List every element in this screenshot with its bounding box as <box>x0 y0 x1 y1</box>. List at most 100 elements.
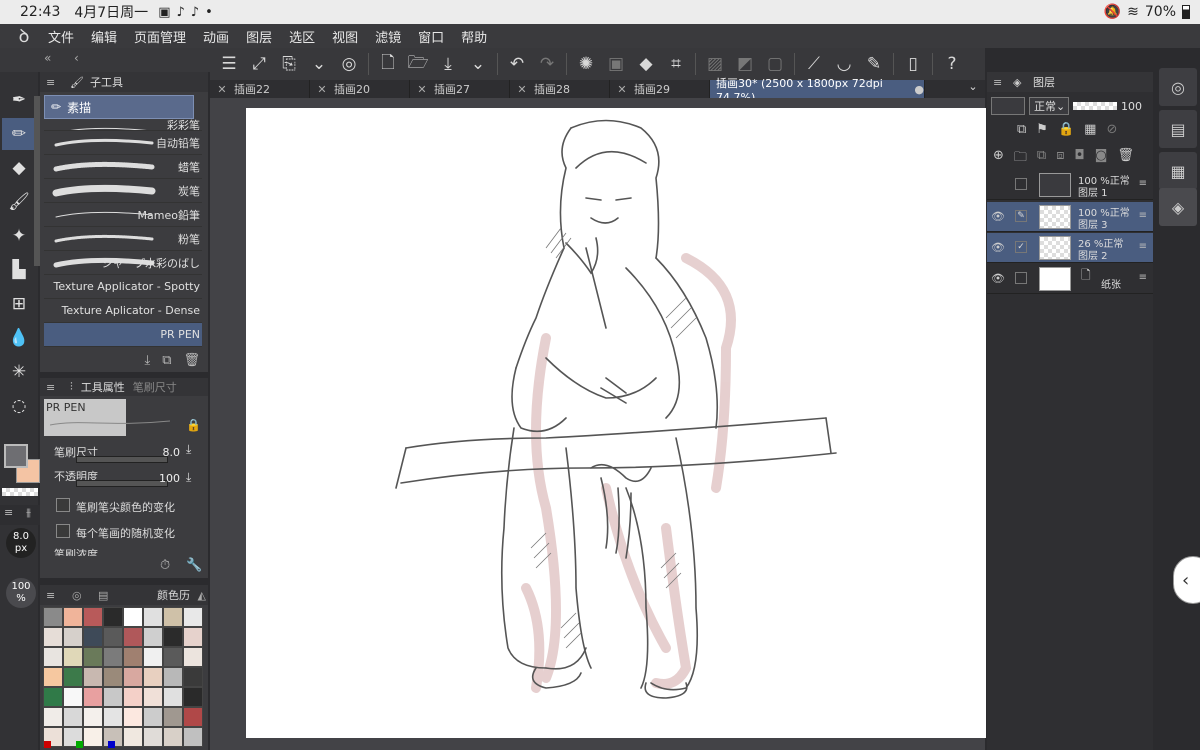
color-swatch[interactable] <box>183 667 203 687</box>
new-file-icon[interactable]: 🗋 <box>373 51 403 77</box>
mask-icon[interactable]: ◘ <box>1075 148 1085 170</box>
help-icon[interactable]: ? <box>937 51 967 77</box>
color-swatch[interactable] <box>123 627 143 647</box>
brush-item[interactable]: 蜡笔 <box>44 155 202 179</box>
menu-icon[interactable]: ≡ <box>46 76 55 89</box>
color-wheel-icon[interactable]: ◎ <box>72 589 82 602</box>
brush-item[interactable]: 彩彩笔 <box>44 119 202 131</box>
color-history-title[interactable]: 颜色历 <box>157 587 190 603</box>
sliders-icon[interactable]: ⫵ <box>26 506 31 520</box>
color-swatch[interactable] <box>83 727 103 747</box>
pen-settings-icon[interactable]: ✎ <box>859 51 889 77</box>
color-swatch[interactable] <box>143 607 163 627</box>
close-icon[interactable]: ✕ <box>210 83 234 96</box>
close-icon[interactable]: ✕ <box>410 83 434 96</box>
color-swatch[interactable] <box>103 707 123 727</box>
canvas-area[interactable] <box>210 98 986 750</box>
blend-mode-select[interactable]: 正常 ⌄ <box>1029 97 1069 115</box>
color-swatch[interactable] <box>83 647 103 667</box>
subtool-group-selected[interactable]: ✏ 素描 <box>44 95 194 119</box>
delete-layer-icon[interactable]: 🗑 <box>1117 148 1134 170</box>
layer-lock-toggle[interactable] <box>1015 178 1027 190</box>
color-swatch[interactable] <box>123 607 143 627</box>
brush-item[interactable]: 粉笔 <box>44 227 202 251</box>
apply-mask-icon[interactable]: ◙ <box>1095 148 1108 170</box>
drawing-canvas[interactable] <box>246 108 986 738</box>
menu-icon[interactable]: ≡ <box>993 76 1002 89</box>
dropdown-icon[interactable]: ⌄ <box>304 51 334 77</box>
blend-tool-icon[interactable]: 💧 <box>2 322 36 354</box>
color-swatch[interactable] <box>43 627 63 647</box>
ruler-icon[interactable]: ⟋ <box>799 51 829 77</box>
color-swatch[interactable] <box>163 627 183 647</box>
auto-select-icon[interactable]: ✳ <box>2 356 36 388</box>
color-swatch[interactable] <box>143 627 163 647</box>
select-layer-icon[interactable]: ▣ <box>601 51 631 77</box>
color-swatch[interactable] <box>183 707 203 727</box>
color-swatch[interactable] <box>163 647 183 667</box>
menu-help[interactable]: 帮助 <box>461 27 487 46</box>
layer-lock-toggle[interactable] <box>1015 272 1027 284</box>
open-folder-icon[interactable]: 🗁 <box>403 51 433 77</box>
layer-menu-icon[interactable]: ≡ <box>1139 178 1147 189</box>
color-swatch[interactable] <box>143 707 163 727</box>
brush-item[interactable]: PR PEN <box>44 323 202 347</box>
color-swatch[interactable] <box>83 627 103 647</box>
color-swatch[interactable] <box>183 607 203 627</box>
reference-icon[interactable]: ⚑ <box>1036 122 1048 137</box>
scrollbar[interactable] <box>34 96 40 266</box>
new-folder-icon[interactable]: 🗀 <box>1014 148 1027 170</box>
layers-dock-icon[interactable]: ◈ <box>1159 188 1197 226</box>
color-swatch[interactable] <box>163 687 183 707</box>
color-swatch[interactable] <box>143 647 163 667</box>
color-set-icon[interactable]: ◭ <box>198 589 206 602</box>
visibility-eye-icon[interactable]: 👁 <box>991 210 1005 223</box>
color-swatch[interactable] <box>163 667 183 687</box>
color-swatch[interactable] <box>63 607 83 627</box>
tab-brush-size[interactable]: 笔刷尺寸 <box>133 379 177 395</box>
selection-border-icon[interactable]: ▢ <box>760 51 790 77</box>
color-swatch[interactable] <box>163 727 183 747</box>
layer-row[interactable]: 👁 ✓ 26 %正常 图层 2 ≡ <box>987 233 1153 263</box>
color-swatch[interactable] <box>163 707 183 727</box>
pen-tool-icon[interactable]: ✒ <box>2 84 36 116</box>
layer-row[interactable]: 👁 🗋 纸张 ≡ <box>987 264 1153 294</box>
color-swatch[interactable] <box>63 667 83 687</box>
pencil-tool-icon[interactable]: ✏ <box>2 118 36 150</box>
close-icon[interactable]: ✕ <box>510 83 534 96</box>
color-swatch[interactable] <box>103 667 123 687</box>
loading-icon[interactable]: ✺ <box>571 51 601 77</box>
copy-icon[interactable]: ⧉ <box>1037 148 1046 170</box>
grid-panel-icon[interactable]: ▦ <box>1159 152 1197 190</box>
close-icon[interactable]: ✕ <box>310 83 334 96</box>
opacity-slider[interactable] <box>1073 102 1117 110</box>
sketch-drawing[interactable] <box>246 108 986 738</box>
lock-icon[interactable]: 🔒 <box>186 418 201 432</box>
color-swatch[interactable] <box>103 647 123 667</box>
bowl-icon[interactable]: ◡ <box>829 51 859 77</box>
smartphone-icon[interactable]: ▯ <box>898 51 928 77</box>
expand-icon[interactable]: ⤓ <box>186 442 191 457</box>
collapse-left-icon-2[interactable]: ‹ <box>74 51 79 65</box>
navigator-icon[interactable]: ◎ <box>1159 68 1197 106</box>
clip-icon[interactable]: ⧉ <box>1017 122 1026 137</box>
menu-edit[interactable]: 编辑 <box>91 27 117 46</box>
record-icon[interactable]: ◎ <box>334 51 364 77</box>
color-swatch[interactable] <box>43 687 63 707</box>
color-swatch[interactable] <box>183 647 203 667</box>
layer-lock-toggle[interactable]: ✓ <box>1015 241 1027 253</box>
color-swatch[interactable] <box>183 727 203 747</box>
color-swatch[interactable] <box>103 607 123 627</box>
layer-color-dropdown[interactable] <box>991 97 1025 115</box>
menu-layer[interactable]: 图层 <box>246 27 272 46</box>
menu-selection[interactable]: 选区 <box>289 27 315 46</box>
brush-item[interactable]: 自动铅笔 <box>44 131 202 155</box>
merge-icon[interactable]: ⧈ <box>1056 148 1064 170</box>
layer-lock-toggle[interactable]: ✎ <box>1015 210 1027 222</box>
brush-size-badge[interactable]: 8.0 px <box>6 528 36 558</box>
menu-window[interactable]: 窗口 <box>418 27 444 46</box>
brush-item[interactable]: 炭笔 <box>44 179 202 203</box>
invert-selection-icon[interactable]: ◩ <box>730 51 760 77</box>
color-swatch[interactable] <box>123 687 143 707</box>
color-swatch[interactable] <box>43 607 63 627</box>
